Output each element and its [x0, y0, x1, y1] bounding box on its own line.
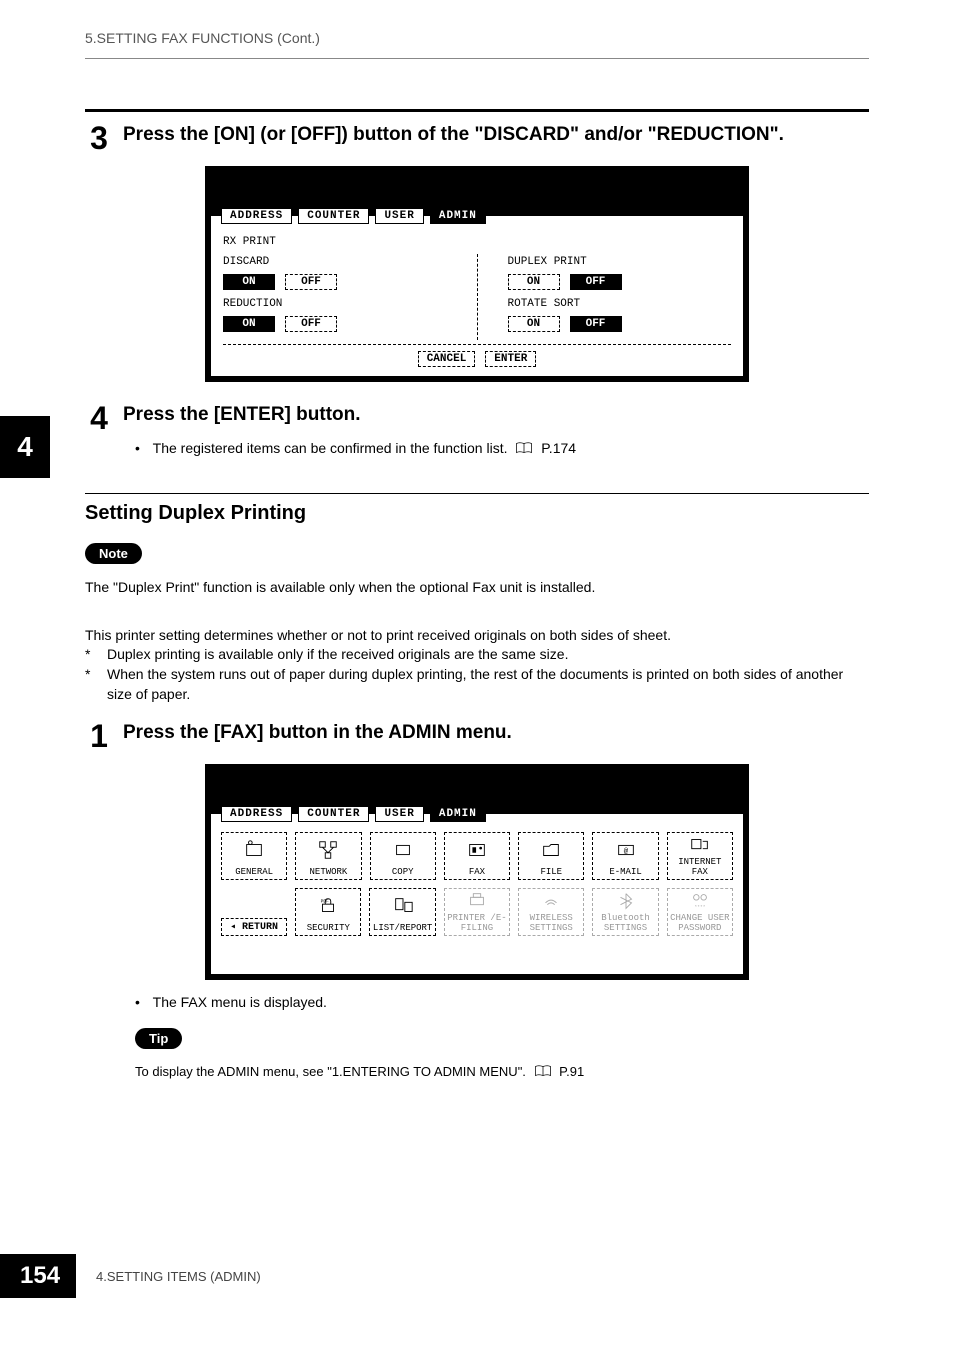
- star-note-1: *Duplex printing is available only if th…: [85, 645, 869, 665]
- footer-text: 4.SETTING ITEMS (ADMIN): [96, 1269, 261, 1284]
- note-text: The "Duplex Print" function is available…: [85, 578, 869, 598]
- book-icon: [534, 1064, 552, 1082]
- duplex-on-button[interactable]: ON: [508, 274, 560, 290]
- bluetooth-settings-button[interactable]: Bluetooth SETTINGS: [592, 888, 658, 936]
- running-header: 5.SETTING FAX FUNCTIONS (Cont.): [0, 0, 954, 58]
- tip-text: To display the ADMIN menu, see "1.ENTERI…: [135, 1064, 526, 1079]
- section-rule: [85, 109, 869, 112]
- section-heading: Setting Duplex Printing: [85, 502, 869, 525]
- step-text: Press the [ON] (or [OFF]) button of the …: [123, 122, 869, 148]
- step-3: 3 Press the [ON] (or [OFF]) button of th…: [85, 122, 869, 154]
- discard-on-button[interactable]: ON: [223, 274, 275, 290]
- step-text: Press the [FAX] button in the ADMIN menu…: [123, 720, 869, 746]
- list-report-button[interactable]: LIST/REPORT: [369, 888, 435, 936]
- step-number: 1: [85, 720, 113, 752]
- tab-address[interactable]: ADDRESS: [221, 208, 292, 224]
- security-button[interactable]: PDFSECURITY: [295, 888, 361, 936]
- fax-button[interactable]: FAX: [444, 832, 510, 880]
- duplex-off-button[interactable]: OFF: [570, 274, 622, 290]
- step-4: 4 Press the [ENTER] button.: [85, 402, 869, 434]
- tab-address[interactable]: ADDRESS: [221, 806, 292, 822]
- tab-admin[interactable]: ADMIN: [430, 806, 486, 822]
- change-password-button[interactable]: ****CHANGE USER PASSWORD: [667, 888, 733, 936]
- discard-off-button[interactable]: OFF: [285, 274, 337, 290]
- tip-badge: Tip: [135, 1028, 182, 1049]
- note-badge: Note: [85, 543, 142, 564]
- rotate-off-button[interactable]: OFF: [570, 316, 622, 332]
- wireless-settings-button[interactable]: WIRELESS SETTINGS: [518, 888, 584, 936]
- tab-row: ADDRESS COUNTER USER ADMIN: [221, 806, 486, 822]
- svg-text:****: ****: [694, 905, 705, 911]
- reduction-on-button[interactable]: ON: [223, 316, 275, 332]
- page-ref: P.174: [541, 440, 576, 456]
- enter-button[interactable]: ENTER: [485, 351, 536, 367]
- svg-text:@: @: [623, 848, 628, 856]
- fax-menu-note: • The FAX menu is displayed.: [135, 994, 869, 1010]
- reduction-off-button[interactable]: OFF: [285, 316, 337, 332]
- tab-user[interactable]: USER: [375, 208, 423, 224]
- step-number: 3: [85, 122, 113, 154]
- chapter-tab: 4: [0, 416, 50, 478]
- fax-menu-note-text: The FAX menu is displayed.: [153, 994, 327, 1010]
- tab-counter[interactable]: COUNTER: [298, 806, 369, 822]
- intro-paragraph: This printer setting determines whether …: [85, 626, 869, 646]
- rx-print-screenshot: ADDRESS COUNTER USER ADMIN RX PRINT DISC…: [85, 166, 869, 382]
- step-4-note-text: The registered items can be confirmed in…: [153, 440, 508, 456]
- copy-button[interactable]: COPY: [370, 832, 436, 880]
- cancel-button[interactable]: CANCEL: [418, 351, 476, 367]
- email-button[interactable]: @E-MAIL: [592, 832, 658, 880]
- admin-menu-screenshot: ADDRESS COUNTER USER ADMIN GENERAL NETWO…: [85, 764, 869, 980]
- step-1: 1 Press the [FAX] button in the ADMIN me…: [85, 720, 869, 752]
- file-button[interactable]: FILE: [518, 832, 584, 880]
- star-note-2: *When the system runs out of paper durin…: [85, 665, 869, 704]
- tip-page-ref: P.91: [559, 1064, 584, 1079]
- page-footer: 154 4.SETTING ITEMS (ADMIN): [0, 1254, 261, 1298]
- return-button[interactable]: ◂ RETURN: [221, 918, 287, 936]
- rx-print-title: RX PRINT: [223, 236, 731, 248]
- discard-label: DISCARD: [223, 256, 447, 268]
- network-button[interactable]: NETWORK: [295, 832, 361, 880]
- tip-text-row: To display the ADMIN menu, see "1.ENTERI…: [135, 1063, 869, 1082]
- header-rule: [85, 58, 869, 59]
- book-icon: [515, 441, 533, 457]
- step-number: 4: [85, 402, 113, 434]
- step-text: Press the [ENTER] button.: [123, 402, 869, 428]
- rotate-on-button[interactable]: ON: [508, 316, 560, 332]
- rotate-sort-label: ROTATE SORT: [508, 298, 732, 310]
- tab-counter[interactable]: COUNTER: [298, 208, 369, 224]
- internet-fax-button[interactable]: INTERNET FAX: [667, 832, 733, 880]
- general-button[interactable]: GENERAL: [221, 832, 287, 880]
- tab-admin[interactable]: ADMIN: [430, 208, 486, 224]
- duplex-print-label: DUPLEX PRINT: [508, 256, 732, 268]
- tab-user[interactable]: USER: [375, 806, 423, 822]
- tab-row: ADDRESS COUNTER USER ADMIN: [221, 208, 486, 224]
- svg-text:PDF: PDF: [321, 899, 329, 905]
- section-heading-rule: [85, 493, 869, 494]
- reduction-label: REDUCTION: [223, 298, 447, 310]
- step-4-note: • The registered items can be confirmed …: [135, 440, 869, 457]
- page-number: 154: [0, 1254, 76, 1298]
- printer-efiling-button[interactable]: PRINTER /E-FILING: [444, 888, 510, 936]
